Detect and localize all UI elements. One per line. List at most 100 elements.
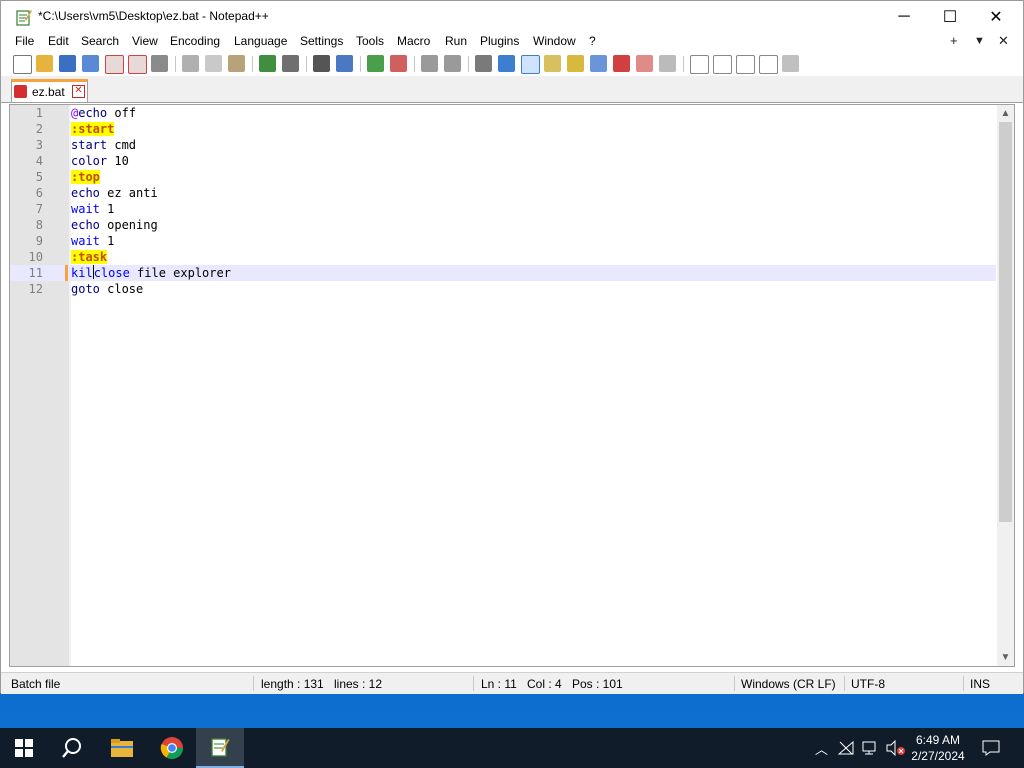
line-number: 7 xyxy=(35,202,43,216)
taskbar: ︿ 6:49 AM 2/27/2024 xyxy=(0,728,1024,768)
find-icon[interactable] xyxy=(313,55,330,72)
volume-muted-icon[interactable] xyxy=(886,728,906,768)
status-separator xyxy=(963,676,964,691)
notepadpp-taskbar-button[interactable] xyxy=(196,728,244,768)
menu-view[interactable]: View xyxy=(132,34,158,48)
start-button[interactable] xyxy=(0,728,48,768)
title-bar[interactable]: *C:\Users\vm5\Desktop\ez.bat - Notepad++… xyxy=(1,1,1023,32)
menu-language[interactable]: Language xyxy=(234,34,287,48)
menu-run[interactable]: Run xyxy=(445,34,467,48)
tab-ez-bat[interactable]: ez.bat ✕ xyxy=(11,79,88,102)
system-clock[interactable]: 6:49 AM 2/27/2024 xyxy=(906,732,970,764)
close-all-icon[interactable] xyxy=(128,55,147,74)
toolbar-separator xyxy=(175,56,176,72)
line-number: 10 xyxy=(28,250,43,264)
toolbar xyxy=(1,52,1023,76)
menu-macro[interactable]: Macro xyxy=(397,34,430,48)
new-tab-plus-icon[interactable]: + xyxy=(950,33,958,48)
stop-macro-icon[interactable] xyxy=(713,55,732,74)
editor-pane[interactable]: 1 @echo off 2 :start 3 start cmd 4 color… xyxy=(9,104,1015,667)
line-number: 8 xyxy=(35,218,43,232)
open-file-icon[interactable] xyxy=(36,55,53,72)
undo-icon[interactable] xyxy=(259,55,276,72)
line-number: 11 xyxy=(28,266,43,280)
tab-close-icon[interactable]: ✕ xyxy=(72,85,85,98)
replace-icon[interactable] xyxy=(336,55,353,72)
save-icon[interactable] xyxy=(59,55,76,72)
print-icon[interactable] xyxy=(151,55,168,72)
close-file-icon[interactable] xyxy=(105,55,124,74)
status-length: length : 131 xyxy=(261,677,324,691)
folder-icon xyxy=(111,739,133,757)
code-line: 4 color 10 xyxy=(10,153,996,169)
code-line: 8 echo opening xyxy=(10,217,996,233)
search-button[interactable] xyxy=(48,728,96,768)
minimize-button[interactable]: ─ xyxy=(881,1,927,32)
close-document-icon[interactable]: ✕ xyxy=(998,33,1009,49)
cut-icon[interactable] xyxy=(182,55,199,72)
menu-window[interactable]: Window xyxy=(533,34,576,48)
network-disconnected-icon[interactable] xyxy=(838,728,854,768)
status-separator xyxy=(253,676,254,691)
close-button[interactable]: ✕ xyxy=(973,1,1019,32)
file-explorer-button[interactable] xyxy=(98,728,146,768)
line-number: 4 xyxy=(35,154,43,168)
redo-icon[interactable] xyxy=(282,55,299,72)
code-line: 12 goto close xyxy=(10,281,996,297)
tab-list-down-icon[interactable]: ▼ xyxy=(974,35,985,47)
line-number: 12 xyxy=(28,282,43,296)
menu-search[interactable]: Search xyxy=(81,34,119,48)
save-macro-icon[interactable] xyxy=(782,55,799,72)
status-language: Batch file xyxy=(11,677,61,691)
menu-settings[interactable]: Settings xyxy=(300,34,343,48)
sync-vertical-icon[interactable] xyxy=(421,55,438,72)
chrome-button[interactable] xyxy=(148,728,196,768)
scroll-up-arrow-icon[interactable]: ▲ xyxy=(997,105,1014,122)
status-line-number: Ln : 11 xyxy=(481,677,517,691)
modified-line-marker xyxy=(65,265,68,281)
word-wrap-icon[interactable] xyxy=(475,55,492,72)
menu-help[interactable]: ? xyxy=(589,34,596,48)
status-separator xyxy=(734,676,735,691)
save-all-icon[interactable] xyxy=(82,55,99,72)
indent-guide-icon[interactable] xyxy=(521,55,540,74)
network-icon[interactable] xyxy=(862,728,880,768)
vertical-scrollbar[interactable]: ▲ ▼ xyxy=(997,105,1014,666)
new-file-icon[interactable] xyxy=(13,55,32,74)
function-list-icon[interactable] xyxy=(613,55,630,72)
status-encoding[interactable]: UTF-8 xyxy=(851,677,885,691)
menu-plugins[interactable]: Plugins xyxy=(480,34,519,48)
menu-encoding[interactable]: Encoding xyxy=(170,34,220,48)
scrollbar-thumb[interactable] xyxy=(999,122,1012,522)
menu-tools[interactable]: Tools xyxy=(356,34,384,48)
folder-as-workspace-icon[interactable] xyxy=(636,55,653,72)
sync-horizontal-icon[interactable] xyxy=(444,55,461,72)
status-insert-mode[interactable]: INS xyxy=(970,677,990,691)
scroll-down-arrow-icon[interactable]: ▼ xyxy=(997,649,1014,666)
show-hidden-icons-chevron-icon[interactable]: ︿ xyxy=(815,728,828,768)
line-number: 9 xyxy=(35,234,43,248)
record-macro-icon[interactable] xyxy=(690,55,709,74)
document-map-icon[interactable] xyxy=(567,55,584,72)
language-udl-icon[interactable] xyxy=(544,55,561,72)
line-text: @echo off xyxy=(71,106,137,120)
notifications-icon[interactable] xyxy=(982,728,1000,768)
window-title: *C:\Users\vm5\Desktop\ez.bat - Notepad++ xyxy=(38,9,269,23)
status-bar: Batch file length : 131 lines : 12 Ln : … xyxy=(1,672,1023,694)
copy-icon[interactable] xyxy=(205,55,222,72)
paste-icon[interactable] xyxy=(228,55,245,72)
status-eol[interactable]: Windows (CR LF) xyxy=(741,677,836,691)
monitoring-eye-icon[interactable] xyxy=(659,55,676,72)
menu-edit[interactable]: Edit xyxy=(48,34,69,48)
show-all-characters-icon[interactable] xyxy=(498,55,515,72)
run-macro-multiple-icon[interactable] xyxy=(759,55,778,74)
zoom-out-icon[interactable] xyxy=(390,55,407,72)
maximize-button[interactable]: ☐ xyxy=(927,1,973,32)
document-list-icon[interactable] xyxy=(590,55,607,72)
status-position: Pos : 101 xyxy=(572,677,623,691)
chrome-icon xyxy=(160,737,183,759)
zoom-in-icon[interactable] xyxy=(367,55,384,72)
play-macro-icon[interactable] xyxy=(736,55,755,74)
tab-label: ez.bat xyxy=(32,85,65,99)
menu-file[interactable]: File xyxy=(15,34,34,48)
